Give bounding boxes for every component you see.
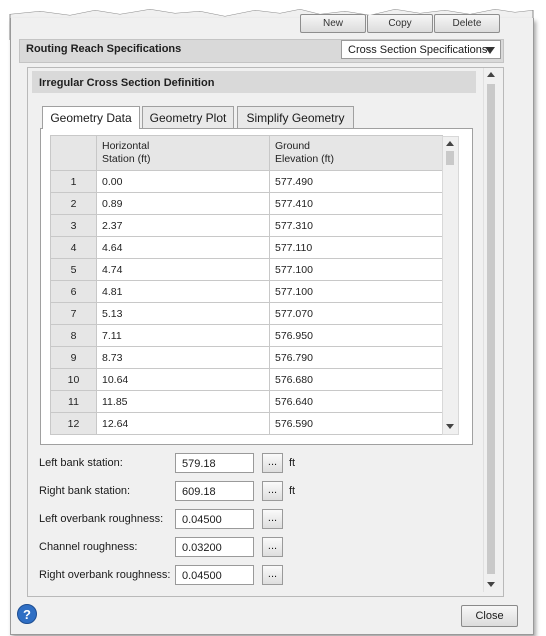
row-number-cell: 5 <box>50 258 97 281</box>
station-cell[interactable]: 0.00 <box>96 170 270 193</box>
row-number-cell: 8 <box>50 324 97 347</box>
row-number-cell: 12 <box>50 412 97 435</box>
table-row[interactable]: 9 8.73 576.790 <box>50 346 443 369</box>
scroll-up-icon[interactable] <box>487 72 495 77</box>
row-number-cell: 11 <box>50 390 97 413</box>
torn-edge-overlay <box>0 0 546 16</box>
station-cell[interactable]: 4.81 <box>96 280 270 303</box>
specifications-dropdown[interactable]: Cross Section Specifications <box>341 40 501 59</box>
grid-scroll-thumb[interactable] <box>446 151 454 165</box>
table-row[interactable]: 12 12.64 576.590 <box>50 412 443 435</box>
row-number-cell: 1 <box>50 170 97 193</box>
row-number-cell: 6 <box>50 280 97 303</box>
right-bank-station-ellipsis-button[interactable]: ... <box>262 481 283 501</box>
elevation-cell[interactable]: 576.640 <box>269 390 443 413</box>
row-number-cell: 4 <box>50 236 97 259</box>
table-row[interactable]: 7 5.13 577.070 <box>50 302 443 325</box>
table-row[interactable]: 8 7.11 576.950 <box>50 324 443 347</box>
left-overbank-roughness-input[interactable]: 0.04500 <box>175 509 254 529</box>
grid-scroll-up-icon[interactable] <box>446 141 454 146</box>
tab-geometry-data[interactable]: Geometry Data <box>42 106 140 129</box>
right-bank-station-label: Right bank station: <box>39 485 131 497</box>
table-row[interactable]: 11 11.85 576.640 <box>50 390 443 413</box>
right-bank-station-input[interactable]: 609.18 <box>175 481 254 501</box>
grid-scroll-down-icon[interactable] <box>446 424 454 429</box>
scroll-thumb[interactable] <box>487 84 495 574</box>
row-number-cell: 2 <box>50 192 97 215</box>
dropdown-value: Cross Section Specifications <box>348 44 488 56</box>
elevation-cell[interactable]: 577.110 <box>269 236 443 259</box>
row-number-cell: 3 <box>50 214 97 237</box>
table-row[interactable]: 3 2.37 577.310 <box>50 214 443 237</box>
tab-geometry-plot[interactable]: Geometry Plot <box>142 106 234 128</box>
row-number-cell: 7 <box>50 302 97 325</box>
geometry-grid: Horizontal Station (ft) Ground Elevation (… <box>50 135 443 435</box>
row-number-header <box>50 135 97 171</box>
row-number-cell: 9 <box>50 346 97 369</box>
right-overbank-roughness-ellipsis-button[interactable]: ... <box>262 565 283 585</box>
table-row[interactable]: 4 4.64 577.110 <box>50 236 443 259</box>
elevation-cell[interactable]: 577.410 <box>269 192 443 215</box>
station-column-header[interactable]: Horizontal Station (ft) <box>96 135 270 171</box>
grid-scrollbar[interactable] <box>442 136 459 435</box>
elevation-cell[interactable]: 576.590 <box>269 412 443 435</box>
right-bank-station-unit: ft <box>289 485 296 497</box>
station-cell[interactable]: 11.85 <box>96 390 270 413</box>
row-number-cell: 10 <box>50 368 97 391</box>
station-cell[interactable]: 5.13 <box>96 302 270 325</box>
table-row[interactable]: 10 10.64 576.680 <box>50 368 443 391</box>
tab-simplify-geometry[interactable]: Simplify Geometry <box>237 106 354 128</box>
station-cell[interactable]: 8.73 <box>96 346 270 369</box>
channel-roughness-input[interactable]: 0.03200 <box>175 537 254 557</box>
left-overbank-roughness-label: Left overbank roughness: <box>39 513 164 525</box>
scroll-down-icon[interactable] <box>487 582 495 587</box>
table-row[interactable]: 1 0.00 577.490 <box>50 170 443 193</box>
left-bank-station-label: Left bank station: <box>39 457 123 469</box>
channel-roughness-label: Channel roughness: <box>39 541 138 553</box>
elevation-cell[interactable]: 576.950 <box>269 324 443 347</box>
left-bank-station-unit: ft <box>289 457 296 469</box>
elevation-cell[interactable]: 577.490 <box>269 170 443 193</box>
elevation-cell[interactable]: 576.680 <box>269 368 443 391</box>
station-cell[interactable]: 4.64 <box>96 236 270 259</box>
panel-scrollbar[interactable] <box>483 68 499 592</box>
station-cell[interactable]: 4.74 <box>96 258 270 281</box>
chevron-down-icon <box>485 47 495 54</box>
elevation-cell[interactable]: 577.310 <box>269 214 443 237</box>
station-cell[interactable]: 12.64 <box>96 412 270 435</box>
station-cell[interactable]: 2.37 <box>96 214 270 237</box>
right-overbank-roughness-input[interactable]: 0.04500 <box>175 565 254 585</box>
table-row[interactable]: 5 4.74 577.100 <box>50 258 443 281</box>
reach-title: Routing Reach Specifications <box>26 43 182 55</box>
left-overbank-roughness-ellipsis-button[interactable]: ... <box>262 509 283 529</box>
elevation-column-header[interactable]: Ground Elevation (ft) <box>269 135 443 171</box>
elevation-cell[interactable]: 577.100 <box>269 280 443 303</box>
right-overbank-roughness-label: Right overbank roughness: <box>39 569 171 581</box>
station-cell[interactable]: 10.64 <box>96 368 270 391</box>
elevation-cell[interactable]: 576.790 <box>269 346 443 369</box>
elevation-cell[interactable]: 577.100 <box>269 258 443 281</box>
elevation-cell[interactable]: 577.070 <box>269 302 443 325</box>
station-cell[interactable]: 0.89 <box>96 192 270 215</box>
channel-roughness-ellipsis-button[interactable]: ... <box>262 537 283 557</box>
close-button[interactable]: Close <box>461 605 518 627</box>
left-bank-station-ellipsis-button[interactable]: ... <box>262 453 283 473</box>
station-cell[interactable]: 7.11 <box>96 324 270 347</box>
table-row[interactable]: 2 0.89 577.410 <box>50 192 443 215</box>
left-bank-station-input[interactable]: 579.18 <box>175 453 254 473</box>
help-icon[interactable]: ? <box>17 604 37 624</box>
section-title: Irregular Cross Section Definition <box>39 77 215 89</box>
table-row[interactable]: 6 4.81 577.100 <box>50 280 443 303</box>
